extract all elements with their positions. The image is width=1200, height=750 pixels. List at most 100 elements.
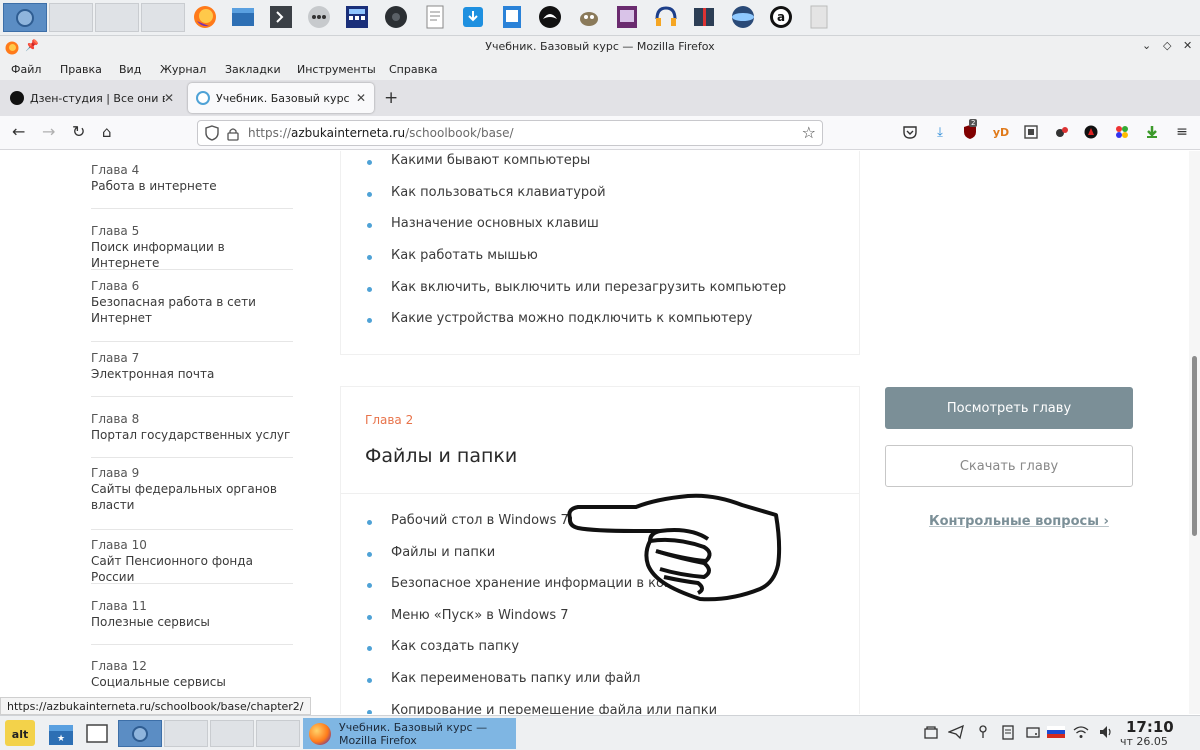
adblock-icon[interactable] [1084,125,1098,139]
taskbar-firefox-window[interactable]: Учебник. Базовый курс — Mozilla Firefox [303,718,516,749]
firefox-launcher-icon[interactable] [193,5,217,29]
calculator-launcher-icon[interactable] [345,5,369,29]
pager-workspace-1[interactable] [118,720,162,747]
terminal-launcher-icon[interactable] [269,5,293,29]
clipboard-tray-icon[interactable] [923,724,939,740]
chapter-link[interactable]: Глава 7 Электронная почта [91,350,291,382]
show-desktop-icon[interactable] [84,720,110,747]
pocket-icon[interactable] [903,125,917,139]
text-editor-launcher-icon[interactable] [423,5,447,29]
clock-time[interactable]: 17:10 [1126,718,1174,736]
keyboard-layout-flag-icon[interactable] [1047,724,1065,740]
workspace-1-button[interactable] [3,3,47,32]
colorful-extension-icon[interactable] [1115,125,1129,139]
amarok-launcher-icon[interactable]: a [769,5,793,29]
network-manager-tray-icon[interactable] [975,724,991,740]
telegram-tray-icon[interactable] [948,724,964,740]
media-player-launcher-icon[interactable] [384,5,408,29]
workspace-4-button[interactable] [141,3,185,32]
download-chapter-button[interactable]: Скачать главу [885,445,1133,487]
downloads-icon[interactable]: ⤓ [933,125,947,140]
ublock-icon[interactable]: 2 [963,119,978,139]
close-window-icon[interactable]: ✕ [1183,39,1192,52]
clipboard-manager-tray-icon[interactable] [1000,724,1016,740]
menu-view[interactable]: Вид [119,63,141,76]
translate-icon[interactable] [1055,125,1069,139]
blank-document-launcher-icon[interactable] [807,5,831,29]
clock-date[interactable]: чт 26.05 [1120,735,1168,748]
workspace-2-button[interactable] [49,3,93,32]
hamburger-menu-icon[interactable]: ≡ [1175,124,1189,140]
image-viewer-launcher-icon[interactable] [615,5,639,29]
chapter-link[interactable]: Глава 4 Работа в интернете [91,162,291,194]
chapter-link[interactable]: Глава 8 Портал государственных услуг [91,411,291,443]
topic-item[interactable]: Как переименовать папку или файл [366,671,640,686]
page-scrollbar[interactable] [1189,151,1200,714]
file-manager-launcher-icon[interactable] [231,5,255,29]
audio-player-launcher-icon[interactable] [654,5,678,29]
disk-burner-launcher-icon[interactable] [731,5,755,29]
wifi-tray-icon[interactable] [1073,724,1089,740]
view-chapter-button[interactable]: Посмотреть главу [885,387,1133,429]
close-tab-icon[interactable]: ✕ [356,91,366,105]
home-icon[interactable]: ⌂ [102,123,112,141]
chapter-link[interactable]: Глава 5 Поиск информации в Интернете [91,223,291,271]
volume-tray-icon[interactable] [1098,724,1114,740]
file-manager-icon[interactable]: ★ [48,720,74,747]
pager-workspace-4[interactable] [256,720,300,747]
address-bar[interactable]: https://azbukainterneta.ru/schoolbook/ba… [197,120,823,146]
topic-item[interactable]: Какие устройства можно подключить к комп… [367,311,753,326]
control-questions-link[interactable]: Контрольные вопросы › [929,514,1109,529]
topic-item[interactable]: Назначение основных клавиш [367,216,599,231]
menu-help[interactable]: Справка [389,63,437,76]
window-titlebar[interactable]: 📌 Учебник. Базовый курс — Mozilla Firefo… [0,36,1200,58]
inkscape-launcher-icon[interactable] [538,5,562,29]
new-tab-icon[interactable]: + [384,88,398,108]
apps-menu-icon[interactable] [307,5,331,29]
video-editor-launcher-icon[interactable] [692,5,716,29]
yandex-disk-icon[interactable]: yD [993,125,1009,139]
topic-item[interactable]: Как создать папку [366,639,519,654]
tab-schoolbook[interactable]: Учебник. Базовый курс ✕ [188,83,374,113]
topic-item[interactable]: Меню «Пуск» в Windows 7 [367,608,569,623]
topic-item[interactable]: Рабочий стол в Windows 7 [367,513,569,528]
lock-icon[interactable] [227,126,239,145]
chapter-link[interactable]: Глава 11 Полезные сервисы [91,598,291,630]
chapter-link[interactable]: Глава 6 Безопасная работа в сети Интерне… [91,278,291,326]
menu-bookmarks[interactable]: Закладки [225,63,281,76]
gimp-launcher-icon[interactable] [577,5,601,29]
start-menu-button[interactable]: alt [4,719,36,746]
pager-workspace-3[interactable] [210,720,254,747]
url-text[interactable]: https://azbukainterneta.ru/schoolbook/ba… [248,126,514,140]
back-icon[interactable]: ← [12,123,25,141]
chapter-link[interactable]: Глава 12 Социальные сервисы [91,658,291,690]
menu-file[interactable]: Файл [11,63,41,76]
topic-item[interactable]: Как пользоваться клавиатурой [367,185,606,200]
chapter-link[interactable]: Глава 10 Сайт Пенсионного фонда России [91,537,291,585]
reload-icon[interactable]: ↻ [72,123,85,141]
chapter-link[interactable]: Глава 9 Сайты федеральных органов власти [91,465,291,513]
removable-media-tray-icon[interactable] [1025,724,1041,740]
shield-icon[interactable] [205,125,219,145]
screenshot-icon[interactable] [1024,125,1038,139]
close-tab-icon[interactable]: ✕ [164,91,174,105]
chevron-down-icon[interactable]: ⌄ [1142,39,1151,52]
tab-dzen-studio[interactable]: Дзен-студия | Все они вы ✕ [2,83,182,113]
topic-item[interactable]: Как работать мышью [367,248,538,263]
downloader-launcher-icon[interactable] [461,5,485,29]
workspace-3-button[interactable] [95,3,139,32]
maximize-icon[interactable]: ◇ [1163,39,1171,52]
pager-workspace-2[interactable] [164,720,208,747]
menu-history[interactable]: Журнал [160,63,206,76]
forward-icon[interactable]: → [42,123,55,141]
menu-tools[interactable]: Инструменты [297,63,376,76]
menu-edit[interactable]: Правка [60,63,102,76]
green-download-extension-icon[interactable] [1145,125,1159,139]
topic-item[interactable]: Какими бывают компьютеры [366,153,590,168]
topic-item[interactable]: Копирование и перемещение файла или папк… [366,703,717,714]
scrollbar-thumb[interactable] [1192,356,1197,536]
document-viewer-launcher-icon[interactable] [500,5,524,29]
topic-item[interactable]: Файлы и папки [366,545,495,560]
topic-item[interactable]: Как включить, выключить или перезагрузит… [366,280,786,295]
bookmark-star-icon[interactable]: ☆ [802,123,816,142]
